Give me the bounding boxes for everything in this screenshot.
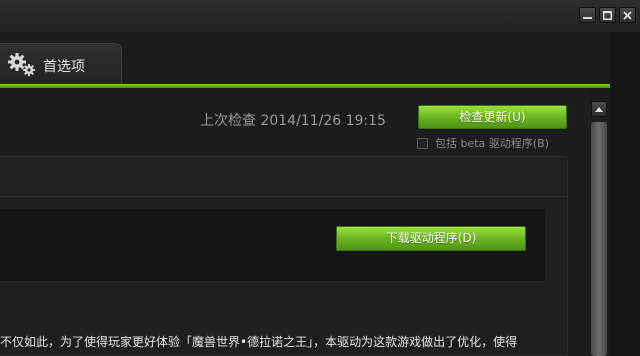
window-controls [579,7,636,23]
title-bar [0,0,640,32]
minimize-button[interactable] [579,7,596,23]
driver-card-header [0,157,567,197]
maximize-icon [603,10,612,20]
last-check-time: 上次检查 2014/11/26 19:15 [200,113,386,129]
scroll-thumb[interactable] [591,122,607,356]
maximize-button[interactable] [599,7,616,23]
tab-preferences-label: 首选项 [43,59,85,75]
download-driver-button[interactable]: 下载驱动程序(D) [336,226,526,251]
check-updates-button[interactable]: 检查更新(U) [418,105,567,129]
include-beta-option[interactable]: 包括 beta 驱动程序(B) [417,135,549,151]
gears-icon [8,53,35,76]
driver-card [0,156,568,356]
chevron-up-icon [595,107,603,112]
tab-bar: 首选项 [0,32,640,84]
scroll-up-button[interactable] [591,101,607,117]
include-beta-label: 包括 beta 驱动程序(B) [435,137,549,150]
minimize-icon [583,16,592,19]
driver-description: 不仅如此，为了使得玩家更好体验「魔兽世界•德拉诺之王」，本驱动为这款游戏做出了优… [0,335,518,349]
tab-preferences[interactable]: 首选项 [0,43,122,84]
close-button[interactable] [619,7,636,23]
window-right-edge [610,32,640,356]
include-beta-checkbox[interactable] [417,137,428,149]
close-icon [623,10,632,20]
